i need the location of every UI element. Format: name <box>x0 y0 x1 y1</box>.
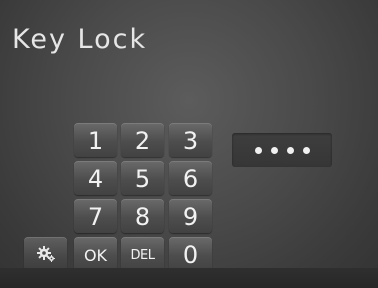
code-dot <box>302 146 310 154</box>
key-9[interactable]: 9 <box>169 199 212 233</box>
key-0[interactable]: 0 <box>169 237 212 271</box>
page-title: Key Lock <box>12 24 148 55</box>
code-dot <box>286 146 294 154</box>
gear-icon <box>36 241 56 269</box>
key-1[interactable]: 1 <box>74 123 117 157</box>
settings-button[interactable] <box>24 237 67 271</box>
code-display <box>232 133 332 167</box>
key-7[interactable]: 7 <box>74 199 117 233</box>
code-dot <box>254 146 262 154</box>
keypad: 1 2 3 4 5 6 7 8 9 OK DEL 0 <box>24 123 218 274</box>
key-4[interactable]: 4 <box>74 161 117 195</box>
delete-button[interactable]: DEL <box>121 237 164 271</box>
key-6[interactable]: 6 <box>169 161 212 195</box>
key-lock-screen: Key Lock 1 2 3 4 5 6 7 8 9 OK DEL 0 <box>0 0 378 288</box>
key-5[interactable]: 5 <box>121 161 164 195</box>
key-2[interactable]: 2 <box>121 123 164 157</box>
key-8[interactable]: 8 <box>121 199 164 233</box>
code-dot <box>270 146 278 154</box>
ok-button[interactable]: OK <box>74 237 117 271</box>
key-3[interactable]: 3 <box>169 123 212 157</box>
